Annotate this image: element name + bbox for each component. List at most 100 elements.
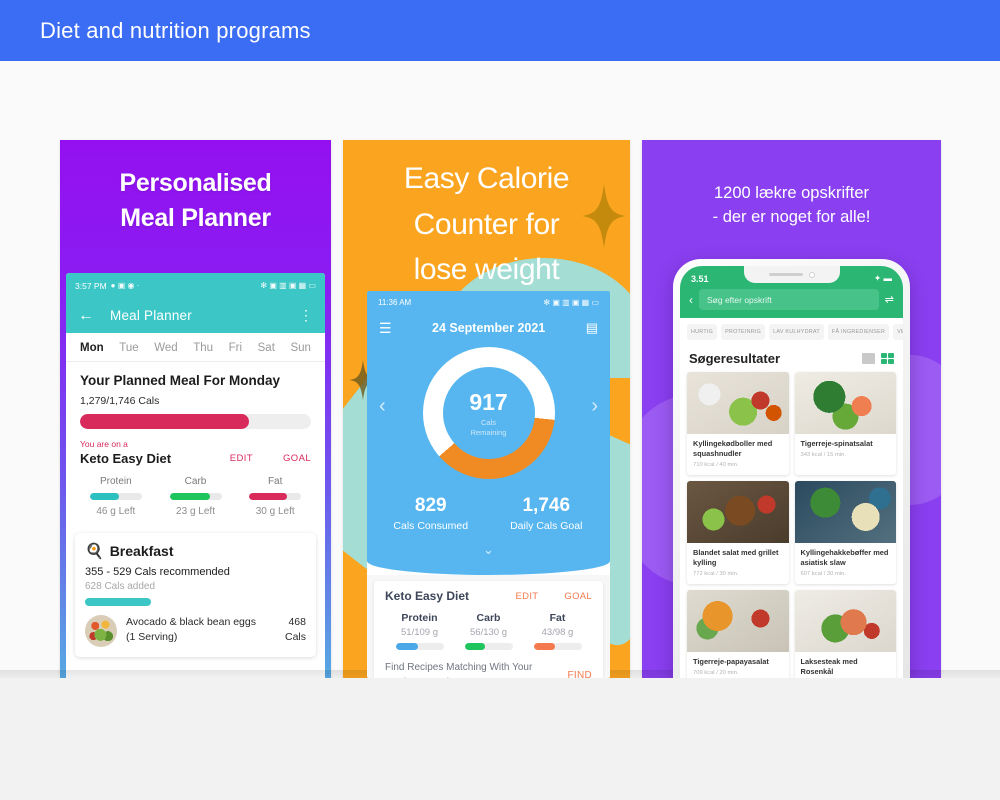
chip-proteinrig[interactable]: PROTEINRIG [721, 324, 766, 340]
status-time: 3:57 PM [75, 280, 107, 291]
day-tab-wed[interactable]: Wed [154, 342, 177, 354]
day-tab-mon[interactable]: Mon [80, 342, 104, 354]
status-right-icons-3: ✦ ▬ [874, 273, 892, 284]
recipe-title: Blandet salat med grillet kylling [693, 547, 779, 567]
calorie-stats-row: 829 Cals Consumed 1,746 Daily Cals Goal [367, 495, 610, 542]
recipe-card[interactable]: Kyllingehakkebøffer med asiatisk slaw 60… [794, 480, 897, 584]
recipe-grid: Kyllingekødboller med squashnudler 710 k… [680, 372, 903, 678]
back-arrow-icon[interactable]: ← [78, 307, 94, 325]
page-footer-area [0, 678, 1000, 800]
status-left-icons: ● ▣ ◉ · [110, 281, 140, 290]
recipe-title: Laksesteak med Rosenkål [800, 656, 858, 676]
macro-carb-2: Carb 56/130 g [454, 612, 523, 650]
day-tab-fri[interactable]: Fri [229, 342, 242, 354]
macro-fat-fill [249, 493, 287, 500]
macro-protein-2: Protein 51/109 g [385, 612, 454, 650]
calorie-progress-fill [80, 414, 249, 429]
recipe-image [794, 480, 896, 543]
chip-vegetarisk[interactable]: VEGETARISK [893, 324, 903, 340]
filter-chips: HURTIG PROTEINRIG LAV KULHYDRAT FÅ INGRE… [680, 318, 903, 346]
recipe-meta: 343 kcal / 15 min. [800, 451, 846, 458]
promo-card-recipes[interactable]: 1200 lækre opskrifter - der er noget for… [642, 140, 941, 678]
find-button[interactable]: FIND [567, 670, 592, 678]
recipe-image [794, 372, 896, 434]
recipe-meta: 772 kcal / 30 min. [693, 570, 739, 577]
recipe-card[interactable]: Blandet salat med grillet kylling 772 kc… [687, 480, 789, 584]
calorie-progress-track [80, 414, 311, 429]
macro-carb-track-2 [464, 643, 513, 650]
app-bar: ← Meal Planner ⋮ [66, 298, 325, 333]
card2-phone-screen: 11:36 AM ✻ ▣ ▥ ▣ ▦ ▭ ☰ 24 September 2021… [367, 291, 610, 678]
day-tab-thu[interactable]: Thu [193, 342, 213, 354]
recipe-card[interactable]: Kyllingekødboller med squashnudler 710 k… [687, 372, 789, 475]
recipe-body: Laksesteak med Rosenkål 711 kcal / 30 mi… [795, 652, 897, 678]
view-toggle-group [862, 353, 894, 364]
edit-button[interactable]: EDIT [230, 453, 253, 464]
overflow-menu-icon[interactable]: ⋮ [299, 308, 313, 323]
status-right-icons-2: ✻ ▣ ▥ ▣ ▦ ▭ [543, 297, 599, 307]
recipe-body: Kyllingehakkebøffer med asiatisk slaw 60… [795, 543, 897, 584]
recipe-title: Tigerreje-spinatsalat [800, 439, 873, 448]
list-view-icon[interactable] [862, 353, 875, 364]
status-right-icons: ✻ ▣ ▥ ▣ ▦ ▭ [260, 281, 316, 290]
expand-chevron-icon[interactable]: ⌄ [367, 542, 610, 561]
next-day-arrow[interactable]: › [591, 395, 598, 418]
recipe-card[interactable]: Laksesteak med Rosenkål 711 kcal / 30 mi… [794, 589, 897, 678]
recipe-title: Tigerreje-papayasalat [693, 656, 769, 666]
chip-hurtig[interactable]: HURTIG [687, 324, 718, 340]
recipe-card[interactable]: Tigerreje-papayasalat 709 kcal / 20 min. [687, 589, 789, 678]
macro-carb: Carb 23 g Left [156, 476, 236, 517]
day-tab-tue[interactable]: Tue [119, 342, 138, 354]
status-time-2: 11:36 AM [378, 297, 412, 307]
macro-row: Protein 46 g Left Carb 23 g Left Fat 30 … [66, 466, 325, 529]
day-tab-sat[interactable]: Sat [258, 342, 275, 354]
filter-icon[interactable]: ⇌ [885, 293, 894, 306]
current-date: 24 September 2021 [432, 321, 546, 335]
edit-button-2[interactable]: EDIT [516, 591, 539, 602]
macro-carb-label-2: Carb [476, 612, 501, 624]
card3-phone-device: 3.51 ✦ ▬ ‹ Søg efter opskrift ⇌ HURTIG P… [673, 259, 910, 678]
back-arrow-icon-3[interactable]: ‹ [689, 293, 693, 307]
macro-fat-value-2: 43/98 g [541, 627, 574, 638]
diet-caption: You are on a [80, 439, 128, 449]
day-tab-sun[interactable]: Sun [290, 342, 310, 354]
macro-fat-label: Fat [267, 476, 283, 487]
page-root: Diet and nutrition programs Personalised… [0, 0, 1000, 800]
food-item-row[interactable]: Avocado & black bean eggs (1 Serving) 46… [85, 615, 306, 657]
grid-view-icon[interactable] [881, 353, 894, 364]
stat-goal-value: 1,746 [522, 495, 571, 516]
recipe-image [687, 480, 789, 543]
macro-carb-fill [169, 493, 211, 500]
calorie-ring-center: 917 Cals Remaining [442, 367, 535, 459]
card3-headline: 1200 lækre opskrifter - der er noget for… [642, 182, 941, 230]
macro-fat-label-2: Fat [549, 612, 566, 624]
card1-headline: Personalised Meal Planner [60, 166, 331, 235]
goal-button-2[interactable]: GOAL [564, 591, 592, 602]
goal-button[interactable]: GOAL [283, 453, 311, 464]
promo-card-calorie-counter[interactable]: Easy Calorie Counter for lose weight 11:… [343, 140, 630, 678]
search-input[interactable]: Søg efter opskrift [699, 289, 879, 310]
recipe-image [687, 372, 789, 434]
chip-faa-ingredienser[interactable]: FÅ INGREDIENSER [827, 324, 890, 340]
card2-headline: Easy Calorie Counter for lose weight [343, 156, 630, 293]
macro-protein-fill-2 [395, 643, 419, 650]
profile-icon[interactable]: ▤ [586, 320, 598, 336]
camera-icon [808, 271, 815, 278]
breakfast-header: 🍳 Breakfast [85, 542, 306, 560]
recipe-card[interactable]: Tigerreje-spinatsalat 343 kcal / 15 min. [794, 372, 896, 475]
diet-row-2: Keto Easy Diet EDIT GOAL [385, 589, 592, 603]
card1-headline-line1: Personalised [119, 169, 272, 197]
prev-day-arrow[interactable]: ‹ [379, 395, 386, 418]
breakfast-card[interactable]: 🍳 Breakfast 355 - 529 Cals recommended 6… [75, 533, 316, 657]
promo-card-meal-planner[interactable]: Personalised Meal Planner 3:57 PM ● ▣ ◉ … [60, 140, 331, 678]
recipe-body: Blandet salat med grillet kylling 772 kc… [687, 543, 789, 584]
hamburger-menu-icon[interactable]: ☰ [379, 320, 392, 337]
macro-protein-track-2 [395, 643, 444, 650]
calorie-ring: 917 Cals Remaining [422, 347, 555, 479]
search-row: ‹ Søg efter opskrift ⇌ [689, 289, 894, 310]
card3-headline-line2: - der er noget for alle! [712, 207, 871, 226]
macro-carb-value-2: 56/130 g [470, 627, 507, 638]
chip-lav-kulhydrat[interactable]: LAV KULHYDRAT [769, 324, 824, 340]
breakfast-label: Breakfast [109, 543, 174, 559]
macro-fat-2: Fat 43/98 g [523, 612, 592, 650]
